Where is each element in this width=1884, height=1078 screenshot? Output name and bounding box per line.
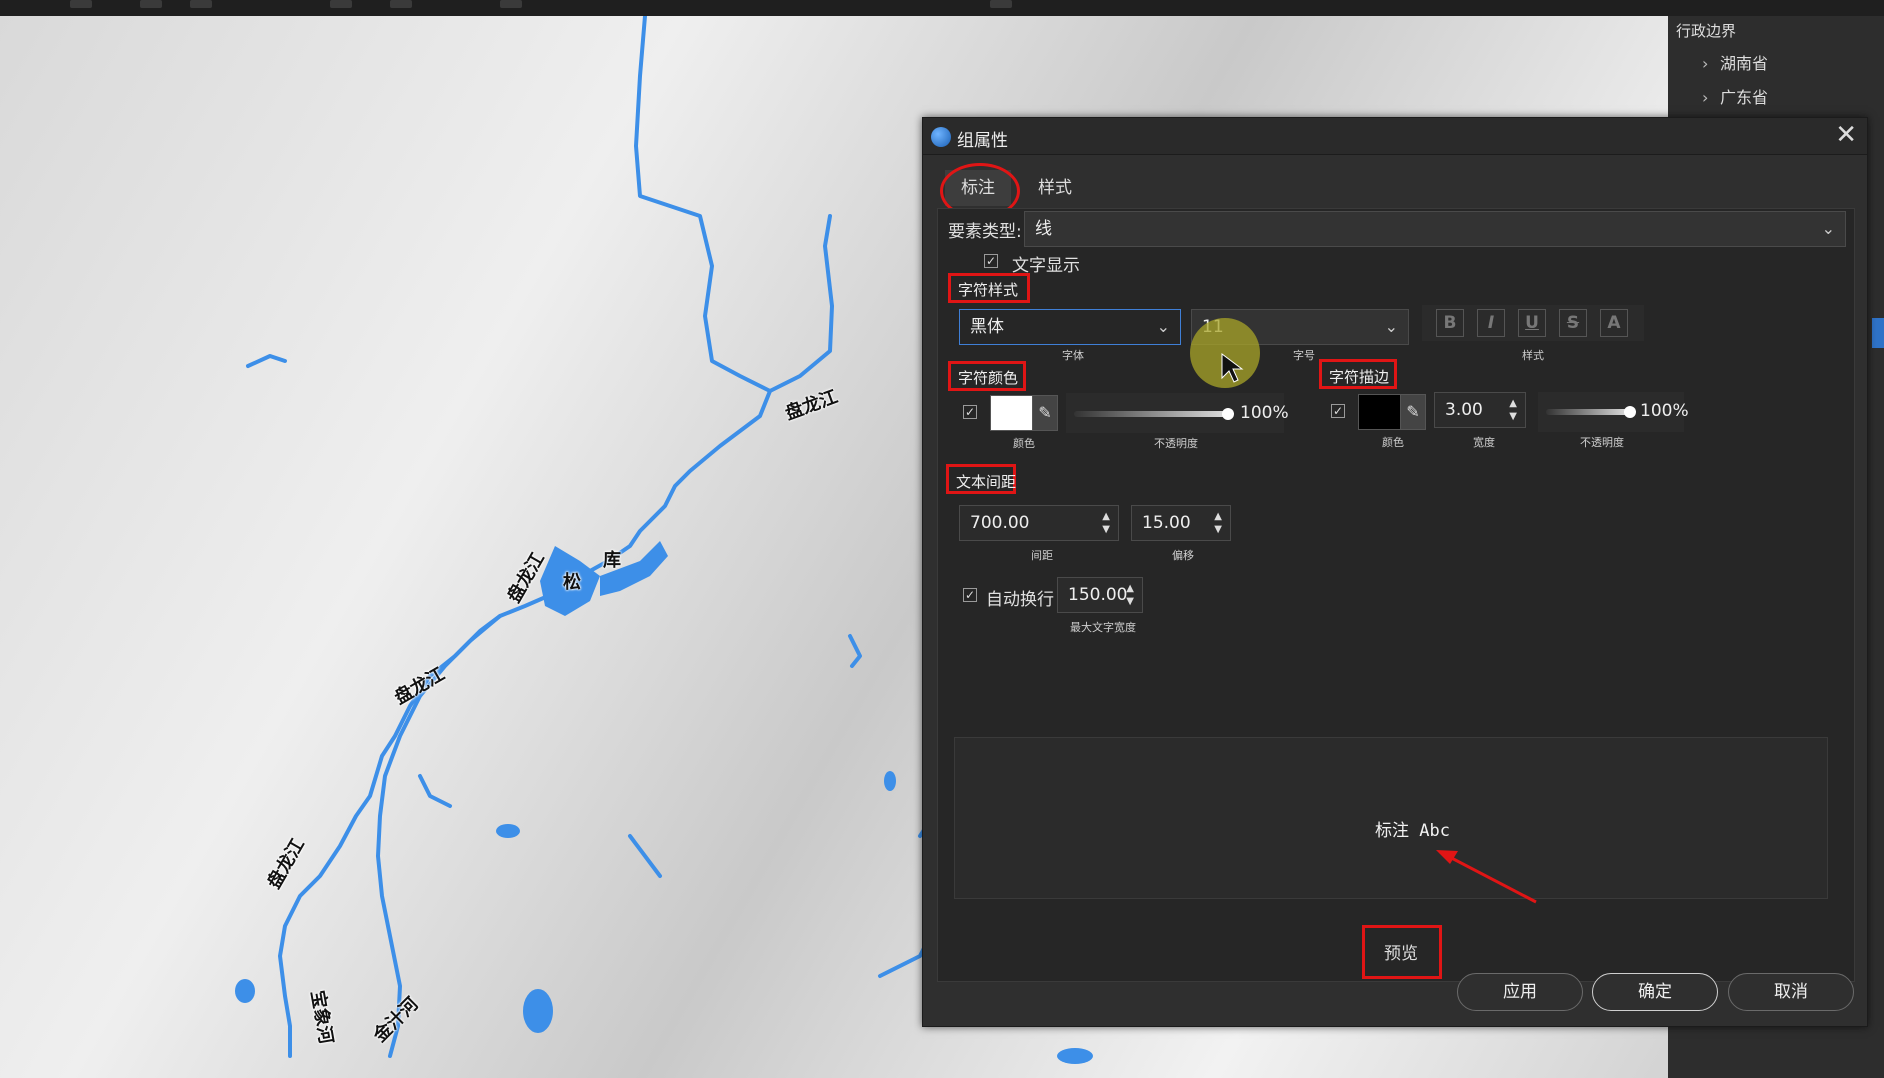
offset-input[interactable]: 15.00 ▲ ▼ (1131, 505, 1231, 541)
spin-arrows-icon[interactable]: ▲ ▼ (1509, 397, 1517, 423)
tab-content: 要素类型: 线 ⌄ ✓ 文字显示 字符样式 黑体 ⌄ 字体 11 ⌄ 字号 B … (937, 208, 1855, 982)
max-text-width-caption: 最大文字宽度 (1070, 621, 1136, 634)
tab-style[interactable]: 样式 (1019, 170, 1091, 206)
chevron-right-icon[interactable]: › (1702, 88, 1720, 107)
outline-color-caption: 颜色 (1382, 436, 1404, 449)
chevron-down-icon: ⌄ (1821, 219, 1835, 238)
bold-button[interactable]: B (1436, 309, 1464, 337)
spacing-input[interactable]: 700.00 ▲ ▼ (959, 505, 1119, 541)
toolbar-button[interactable] (140, 0, 162, 8)
feature-type-value: 线 (1035, 219, 1052, 239)
eyedropper-icon[interactable]: ✎ (1400, 394, 1426, 430)
outline-opacity-handle[interactable] (1624, 406, 1636, 418)
spacing-value: 700.00 (970, 513, 1030, 533)
toolbar-button[interactable] (70, 0, 92, 8)
chevron-down-icon: ⌄ (1384, 317, 1398, 336)
max-text-width-input[interactable]: 150.00 ▲ ▼ (1057, 577, 1143, 613)
outline-width-value: 3.00 (1445, 400, 1483, 420)
offset-caption: 偏移 (1172, 549, 1194, 562)
panel-title: 行政边界 (1676, 22, 1737, 40)
section-char-color: 字符颜色 (958, 369, 1019, 387)
cursor-highlight (1190, 318, 1260, 388)
apply-button[interactable]: 应用 (1457, 973, 1583, 1011)
spin-arrows-icon[interactable]: ▲ ▼ (1126, 582, 1134, 608)
font-size-caption: 字号 (1293, 349, 1315, 362)
opacity-slider[interactable] (1074, 411, 1226, 417)
outline-width-input[interactable]: 3.00 ▲ ▼ (1434, 392, 1526, 428)
eyedropper-icon[interactable]: ✎ (1032, 395, 1058, 431)
preview-text: 标注 Abc (1375, 821, 1450, 841)
text-display-checkbox[interactable]: ✓ (984, 254, 998, 268)
group-properties-dialog: 组属性 ✕ 标注 样式 要素类型: 线 ⌄ ✓ 文字显示 字符样式 黑体 ⌄ 字… (922, 117, 1868, 1027)
toolbar-button[interactable] (390, 0, 412, 8)
strikethrough-button[interactable]: S (1559, 309, 1587, 337)
opacity-slider-handle[interactable] (1222, 408, 1234, 420)
app-logo-icon (931, 127, 951, 147)
font-select[interactable]: 黑体 ⌄ (959, 309, 1181, 345)
close-icon[interactable]: ✕ (1835, 120, 1857, 150)
scrollbar[interactable] (1872, 318, 1884, 348)
text-style-button[interactable]: A (1600, 309, 1628, 337)
spacing-caption: 间距 (1031, 549, 1053, 562)
section-char-outline: 字符描边 (1329, 368, 1390, 386)
outline-opacity-caption: 不透明度 (1580, 436, 1624, 449)
font-value: 黑体 (970, 317, 1004, 337)
underline-button[interactable]: U (1518, 309, 1546, 337)
auto-wrap-label: 自动换行 (986, 590, 1054, 610)
tree-item-label: 湖南省 (1720, 54, 1769, 73)
italic-button[interactable]: I (1477, 309, 1505, 337)
opacity-caption: 不透明度 (1154, 437, 1198, 450)
outline-opacity-value: 100% (1640, 401, 1689, 421)
tree-item-guangdong[interactable]: › 广东省 (1702, 84, 1768, 108)
spin-arrows-icon[interactable]: ▲ ▼ (1214, 510, 1222, 536)
map-label-reservoir: 松 (563, 572, 581, 593)
max-text-width-value: 150.00 (1068, 585, 1128, 605)
map-label-reservoir: 库 (603, 550, 621, 571)
dialog-title: 组属性 (957, 131, 1008, 151)
section-char-style: 字符样式 (958, 281, 1019, 299)
auto-wrap-checkbox[interactable]: ✓ (963, 588, 977, 602)
feature-type-label: 要素类型: (948, 222, 1022, 242)
toolbar-button[interactable] (500, 0, 522, 8)
chevron-right-icon[interactable]: › (1702, 54, 1720, 73)
tree-item-hunan[interactable]: › 湖南省 (1702, 50, 1768, 74)
toolbar-button[interactable] (190, 0, 212, 8)
cancel-button[interactable]: 取消 (1728, 973, 1854, 1011)
outline-opacity-slider[interactable] (1546, 409, 1628, 415)
font-caption: 字体 (1062, 349, 1084, 362)
opacity-value: 100% (1240, 403, 1289, 423)
top-toolbar (0, 0, 1884, 16)
chevron-down-icon[interactable]: ⌄ (1157, 310, 1170, 344)
toolbar-button[interactable] (330, 0, 352, 8)
char-color-checkbox[interactable]: ✓ (963, 405, 977, 419)
ok-button[interactable]: 确定 (1592, 973, 1718, 1011)
preview-area: 标注 Abc (954, 737, 1828, 899)
preview-button[interactable]: 预览 (1384, 939, 1418, 964)
outline-width-caption: 宽度 (1473, 436, 1495, 449)
char-outline-checkbox[interactable]: ✓ (1331, 404, 1345, 418)
style-caption: 样式 (1522, 349, 1544, 362)
spin-arrows-icon[interactable]: ▲ ▼ (1102, 510, 1110, 536)
feature-type-select[interactable]: 线 ⌄ (1024, 211, 1846, 247)
tree-item-label: 广东省 (1720, 88, 1769, 107)
toolbar-button[interactable] (990, 0, 1012, 8)
offset-value: 15.00 (1142, 513, 1191, 533)
dialog-titlebar[interactable]: 组属性 ✕ (923, 118, 1867, 155)
char-color-caption: 颜色 (1013, 437, 1035, 450)
section-text-spacing: 文本间距 (956, 473, 1017, 491)
